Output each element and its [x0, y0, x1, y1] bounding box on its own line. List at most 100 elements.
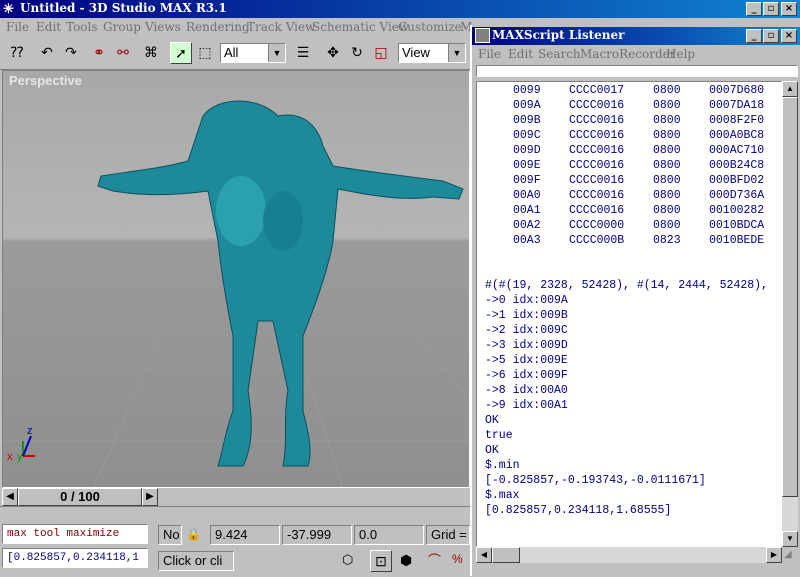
- table-cell: CCCC0016: [569, 204, 625, 217]
- select-and-move-icon[interactable]: ✥: [322, 42, 344, 64]
- macro-recorder-pane[interactable]: [476, 65, 798, 77]
- viewport-label[interactable]: Perspective: [9, 73, 82, 88]
- minimize-button[interactable]: _: [746, 2, 762, 16]
- table-cell: 0010BDCA: [709, 219, 765, 232]
- unlink-selection-icon[interactable]: ⚯: [112, 42, 134, 64]
- select-and-scale-icon[interactable]: ◱: [370, 42, 392, 64]
- listener-menu-macrorecorder[interactable]: MacroRecorder: [580, 47, 675, 61]
- listener-title-bar[interactable]: MAXScript Listener _ ▫ ×: [472, 27, 800, 45]
- output-line: $.max: [485, 489, 520, 502]
- table-cell: 0800: [653, 174, 681, 187]
- undo-icon[interactable]: ↶: [36, 42, 58, 64]
- table-row: 009C CCCC0016 0800 000A0BC8: [477, 129, 777, 144]
- next-frame-button[interactable]: ▶: [142, 488, 158, 506]
- axis-x-label: x: [7, 451, 13, 463]
- restore-button[interactable]: ▫: [763, 2, 779, 16]
- table-cell: 009A: [513, 99, 541, 112]
- hscroll-thumb[interactable]: [492, 547, 520, 563]
- listener-close-button[interactable]: ×: [781, 29, 797, 43]
- timeline-track: [158, 488, 470, 506]
- maxscript-mini-listener-output[interactable]: [0.825857,0.234118,1: [2, 548, 148, 568]
- z-coordinate-field[interactable]: 0.0: [354, 525, 424, 545]
- select-and-rotate-icon[interactable]: ↻: [346, 42, 368, 64]
- main-title-bar[interactable]: ✳ Untitled - 3D Studio MAX R3.1 _ ▫ ×: [0, 0, 800, 18]
- listener-menu-file[interactable]: File: [478, 47, 501, 61]
- x-coordinate-field[interactable]: 9.424: [210, 525, 280, 545]
- select-and-link-icon[interactable]: ⚭: [88, 42, 110, 64]
- scroll-thumb[interactable]: [782, 97, 798, 497]
- listener-vertical-scrollbar[interactable]: ▲ ▼: [782, 81, 798, 547]
- output-line: ->5 idx:009E: [485, 354, 568, 367]
- maxscript-listener-window: MAXScript Listener _ ▫ × File Edit Searc…: [470, 25, 800, 576]
- menu-track-view[interactable]: Track View: [247, 20, 315, 34]
- help-pointer-icon[interactable]: ⁇: [6, 42, 28, 64]
- menu-rendering[interactable]: Rendering: [186, 20, 250, 34]
- output-line: true: [485, 429, 513, 442]
- table-cell: 009E: [513, 159, 541, 172]
- close-button[interactable]: ×: [781, 2, 797, 16]
- menu-file[interactable]: File: [6, 20, 29, 34]
- table-cell: CCCC0016: [569, 114, 625, 127]
- table-cell: CCCC0016: [569, 144, 625, 157]
- region-select-icon[interactable]: ⬚: [194, 42, 216, 64]
- degradation-override-icon[interactable]: ⬡: [342, 552, 353, 568]
- snap-toggle-icon[interactable]: ⊡: [370, 550, 392, 572]
- listener-window-icon: [475, 28, 490, 43]
- selection-filter-value: All: [224, 45, 239, 60]
- reference-coordinate-dropdown[interactable]: View ▼: [398, 43, 466, 63]
- perspective-viewport[interactable]: Perspective z x y: [2, 70, 470, 488]
- table-cell: 00A0: [513, 189, 541, 202]
- table-cell: 0800: [653, 189, 681, 202]
- chevron-down-icon: ▼: [448, 44, 465, 62]
- listener-minimize-button[interactable]: _: [746, 29, 762, 43]
- menu-customize[interactable]: Customize: [398, 20, 462, 34]
- menu-schematic-view[interactable]: Schematic View: [312, 20, 409, 34]
- axis-y-label: y: [17, 451, 23, 463]
- listener-horizontal-scrollbar[interactable]: ◀ ▶: [476, 547, 782, 563]
- time-slider[interactable]: ◀ 0 / 100 ▶: [2, 488, 158, 506]
- time-slider-thumb[interactable]: 0 / 100: [18, 488, 142, 506]
- scroll-down-icon[interactable]: ▼: [782, 531, 798, 547]
- table-cell: CCCC0017: [569, 84, 625, 97]
- prompt-line: Click or cli: [158, 551, 234, 571]
- main-toolbar: ⁇ ↶ ↷ ⚭ ⚯ ⌘ ➚ ⬚ All ▼ ☰ ✥ ↻ ◱ View ▼: [0, 39, 472, 70]
- scroll-up-icon[interactable]: ▲: [782, 81, 798, 97]
- redo-icon[interactable]: ↷: [60, 42, 82, 64]
- table-cell: 009C: [513, 129, 541, 142]
- bind-to-space-warp-icon[interactable]: ⌘: [140, 42, 162, 64]
- menu-edit[interactable]: Edit: [36, 20, 61, 34]
- table-cell: 00A3: [513, 234, 541, 247]
- table-cell: 0800: [653, 219, 681, 232]
- listener-menu-edit[interactable]: Edit: [508, 47, 533, 61]
- table-cell: 000A0BC8: [709, 129, 765, 142]
- y-coordinate-field[interactable]: -37.999: [282, 525, 352, 545]
- table-cell: 0800: [653, 99, 681, 112]
- menu-views[interactable]: Views: [145, 20, 181, 34]
- maxscript-mini-listener-input[interactable]: max tool maximize: [2, 524, 148, 544]
- table-cell: 00100282: [709, 204, 765, 217]
- scroll-right-icon[interactable]: ▶: [766, 547, 782, 563]
- resize-grip-icon[interactable]: ◢: [784, 549, 798, 563]
- listener-output-pane[interactable]: 0099 CCCC0017 0800 0007D680 009A CCCC0016 0800…: [476, 81, 782, 547]
- select-object-icon[interactable]: ➚: [170, 42, 192, 64]
- angle-snap-icon[interactable]: ⌒: [428, 550, 441, 569]
- scroll-left-icon[interactable]: ◀: [476, 547, 492, 563]
- output-line: OK: [485, 414, 499, 427]
- lock-selection-icon[interactable]: 🔒: [186, 527, 201, 541]
- listener-menu-help[interactable]: Help: [666, 47, 695, 61]
- grid-spacing-field: Grid =: [426, 525, 470, 545]
- table-cell: 0800: [653, 129, 681, 142]
- listener-menu-search[interactable]: Search: [538, 47, 581, 61]
- menu-group[interactable]: Group: [103, 20, 141, 34]
- window-crossing-icon[interactable]: ⬢: [400, 552, 412, 569]
- selection-filter-dropdown[interactable]: All ▼: [220, 43, 286, 63]
- selection-status: No: [158, 525, 182, 545]
- percent-snap-icon[interactable]: %: [452, 552, 463, 566]
- menu-tools[interactable]: Tools: [66, 20, 98, 34]
- select-by-name-icon[interactable]: ☰: [292, 42, 314, 64]
- viewport-scene: [3, 100, 469, 487]
- table-cell: 0099: [513, 84, 541, 97]
- listener-maximize-button[interactable]: ▫: [763, 29, 779, 43]
- prev-frame-button[interactable]: ◀: [2, 488, 18, 506]
- table-cell: 0800: [653, 159, 681, 172]
